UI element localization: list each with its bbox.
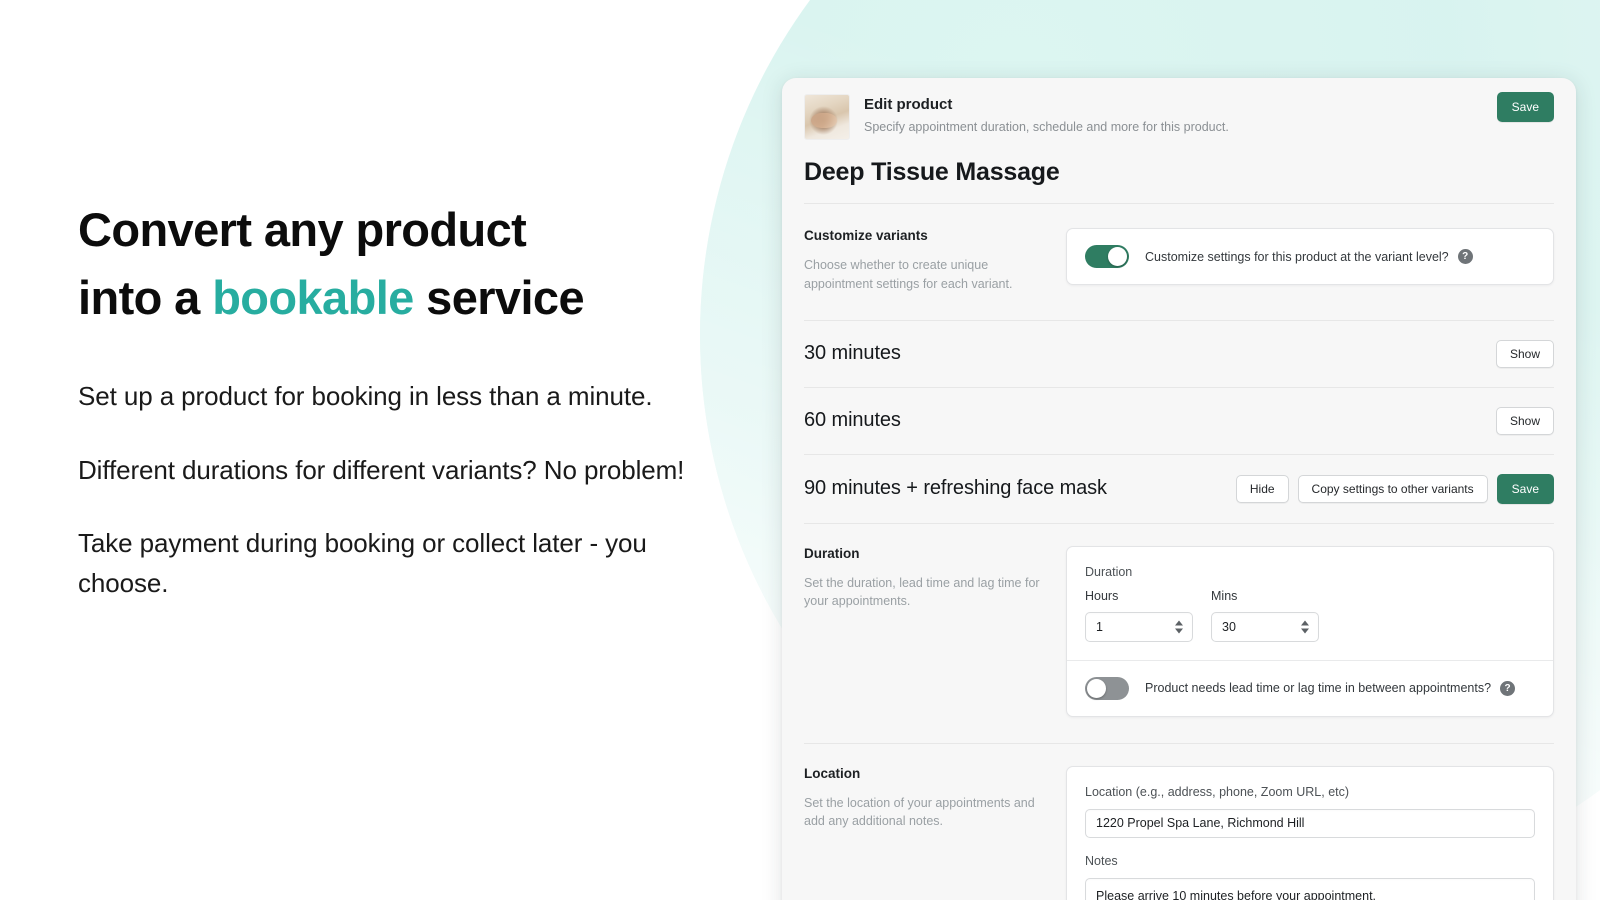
stepper-icon[interactable]: [1301, 620, 1309, 633]
variant-name: 90 minutes + refreshing face mask: [804, 477, 1107, 499]
panel-header-text: Edit product Specify appointment duratio…: [864, 94, 1554, 134]
lead-time-toggle-row: Product needs lead time or lag time in b…: [1067, 661, 1553, 716]
customize-variants-toggle-row: Customize settings for this product at t…: [1067, 229, 1553, 284]
duration-title: Duration: [804, 545, 860, 561]
variant-show-button[interactable]: Show: [1495, 406, 1554, 435]
mins-column: Mins 30: [1211, 589, 1319, 642]
headline-line-2: into a bookable service: [78, 264, 688, 332]
notes-field-label: Notes: [1085, 853, 1118, 868]
product-thumbnail-image: [804, 94, 850, 140]
location-fields: Location (e.g., address, phone, Zoom URL…: [1067, 767, 1553, 900]
copy-settings-button[interactable]: Copy settings to other variants: [1297, 474, 1488, 503]
mins-value: 30: [1222, 619, 1236, 634]
location-title: Location: [804, 765, 861, 781]
duration-group-label: Duration: [1085, 564, 1133, 579]
panel-header: Edit product Specify appointment duratio…: [782, 78, 1576, 140]
location-input[interactable]: [1085, 808, 1535, 838]
duration-control-column: Duration Hours 1 Mins 30 Product needs l…: [1066, 545, 1554, 717]
product-name-heading: Deep Tissue Massage: [804, 158, 1060, 186]
stepper-icon[interactable]: [1175, 620, 1183, 633]
page-root: Convert any product into a bookable serv…: [0, 0, 1600, 900]
toggle-knob: [1108, 247, 1127, 266]
location-description: Set the location of your appointments an…: [804, 795, 1035, 829]
lead-time-toggle[interactable]: [1085, 676, 1129, 700]
edit-product-panel: Edit product Specify appointment duratio…: [782, 78, 1576, 900]
variant-show-button[interactable]: Show: [1495, 339, 1554, 368]
toggle-knob: [1087, 678, 1106, 698]
duration-label-column: Duration Set the duration, lead time and…: [804, 546, 1066, 717]
marketing-paragraph-2: Different durations for different varian…: [78, 454, 685, 485]
marketing-paragraph-3: Take payment during booking or collect l…: [78, 528, 647, 598]
mins-label: Mins: [1211, 588, 1238, 603]
marketing-headline: Convert any product into a bookable serv…: [78, 196, 688, 331]
customize-variants-toggle-label: Customize settings for this product at t…: [1145, 249, 1449, 264]
customize-variants-toggle[interactable]: [1085, 245, 1129, 268]
customize-variants-control-column: Customize settings for this product at t…: [1066, 228, 1554, 294]
location-field-label: Location (e.g., address, phone, Zoom URL…: [1085, 784, 1350, 799]
save-button-top[interactable]: Save: [1496, 92, 1554, 122]
hours-label: Hours: [1085, 588, 1119, 603]
location-section: Location Set the location of your appoin…: [782, 744, 1576, 900]
variant-name: 30 minutes: [804, 342, 901, 364]
variant-name: 60 minutes: [804, 409, 901, 431]
hours-value: 1: [1096, 619, 1103, 634]
customize-variants-card: Customize settings for this product at t…: [1066, 228, 1554, 285]
help-circle-icon[interactable]: ?: [1500, 680, 1516, 696]
variant-actions: Show: [1495, 339, 1554, 368]
duration-columns: Hours 1 Mins 30: [1085, 589, 1535, 642]
headline-line-1: Convert any product: [78, 203, 527, 256]
headline-accent-word: bookable: [212, 270, 414, 324]
duration-card: Duration Hours 1 Mins 30 Product needs l…: [1066, 545, 1554, 717]
page-title: Edit product: [864, 96, 953, 113]
duration-fields: Duration Hours 1 Mins 30: [1067, 547, 1553, 660]
marketing-column: Convert any product into a bookable serv…: [78, 196, 688, 603]
customize-variants-description: Choose whether to create unique appointm…: [804, 258, 1013, 291]
hours-column: Hours 1: [1085, 589, 1193, 642]
headline-line-2-post: service: [413, 270, 585, 324]
marketing-paragraph-1: Set up a product for booking in less tha…: [78, 381, 653, 412]
location-card: Location (e.g., address, phone, Zoom URL…: [1066, 765, 1554, 900]
duration-section: Duration Set the duration, lead time and…: [782, 524, 1576, 743]
headline-line-2-pre: into a: [78, 270, 213, 324]
customize-variants-section: Customize variants Choose whether to cre…: [782, 204, 1576, 320]
customize-variants-title: Customize variants: [804, 228, 928, 243]
help-circle-icon[interactable]: ?: [1457, 249, 1473, 264]
customize-variants-label-column: Customize variants Choose whether to cre…: [804, 228, 1066, 294]
location-label-column: Location Set the location of your appoin…: [804, 766, 1066, 900]
hours-select[interactable]: 1: [1085, 611, 1193, 642]
variant-row-expanded: 90 minutes + refreshing face mask Hide C…: [782, 455, 1576, 523]
notes-textarea[interactable]: Please arrive 10 minutes before your app…: [1085, 877, 1535, 900]
location-control-column: Location (e.g., address, phone, Zoom URL…: [1066, 765, 1554, 900]
variant-hide-button[interactable]: Hide: [1235, 474, 1289, 503]
variant-save-button[interactable]: Save: [1496, 473, 1554, 504]
mins-select[interactable]: 30: [1211, 611, 1319, 642]
lead-time-toggle-label: Product needs lead time or lag time in b…: [1145, 681, 1492, 695]
variant-actions: Hide Copy settings to other variants Sav…: [1235, 473, 1554, 504]
page-subtitle: Specify appointment duration, schedule a…: [864, 120, 1229, 134]
duration-description: Set the duration, lead time and lag time…: [804, 575, 1040, 609]
variant-actions: Show: [1495, 406, 1554, 435]
variant-row: 60 minutes Show: [782, 388, 1576, 454]
variant-row: 30 minutes Show: [782, 321, 1576, 387]
